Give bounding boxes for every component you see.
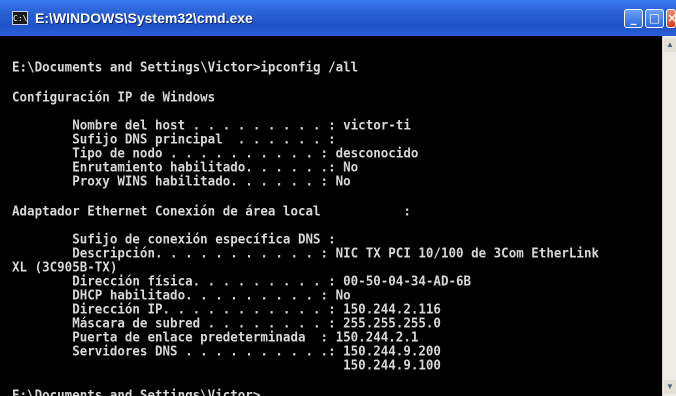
console-prompt: E:\Documents and Settings\Victor>: [12, 386, 261, 396]
window-controls: _ □ ×: [622, 9, 676, 28]
console-line: Adaptador Ethernet Conexión de área loca…: [12, 202, 411, 219]
console-line: Configuración IP de Windows: [12, 88, 216, 105]
console-output[interactable]: E:\Documents and Settings\Victor>ipconfi…: [0, 36, 662, 396]
cmd-window: C:\ E:\WINDOWS\System32\cmd.exe _ □ × E:…: [0, 0, 676, 396]
console-line: E:\Documents and Settings\Victor>ipconfi…: [12, 58, 359, 75]
minimize-button[interactable]: _: [624, 9, 643, 28]
window-title: E:\WINDOWS\System32\cmd.exe: [35, 10, 253, 26]
console-line: 150.244.9.100: [12, 356, 441, 373]
vertical-scrollbar[interactable]: ▲ ▼: [662, 36, 676, 396]
console-line: Proxy WINS habilitado. . . . . . : No: [12, 172, 351, 189]
title-bar[interactable]: C:\ E:\WINDOWS\System32\cmd.exe _ □ ×: [0, 0, 676, 36]
maximize-button[interactable]: □: [645, 9, 664, 28]
scroll-up-arrow-icon[interactable]: ▲: [664, 38, 676, 52]
close-button[interactable]: ×: [666, 9, 676, 28]
cmd-app-icon[interactable]: C:\: [12, 11, 28, 25]
scroll-down-arrow-icon[interactable]: ▼: [664, 380, 676, 394]
